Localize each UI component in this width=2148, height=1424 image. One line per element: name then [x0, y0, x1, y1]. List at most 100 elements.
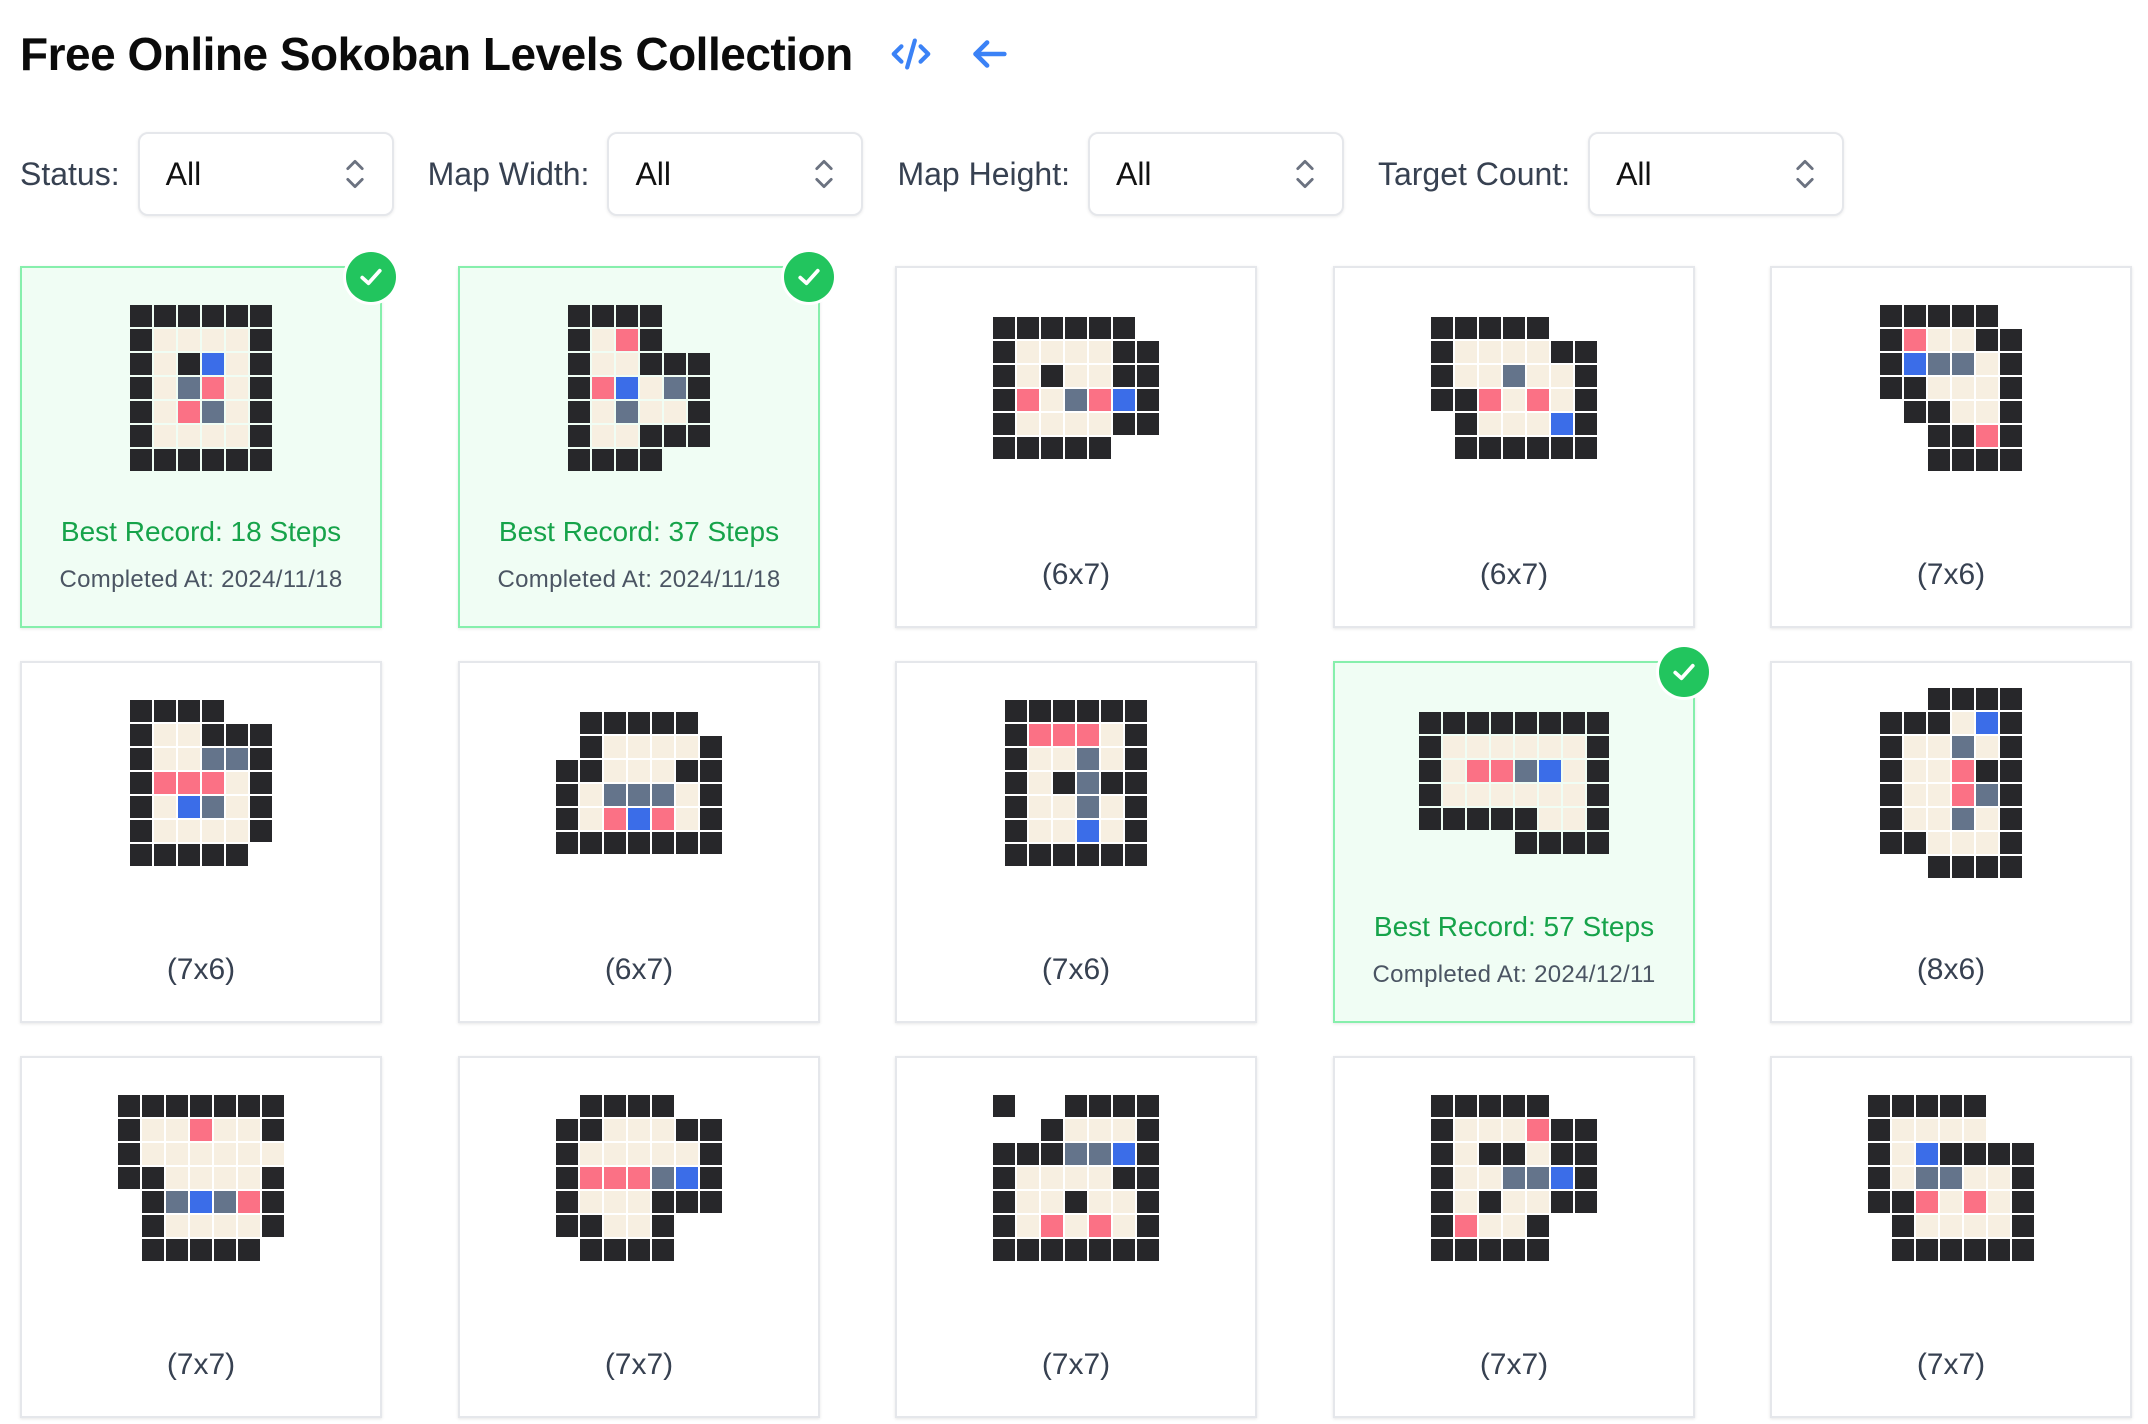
level-map [1431, 317, 1597, 459]
map-cell-wall [1587, 808, 1609, 830]
map-cell-floor [1029, 796, 1051, 818]
map-cell-floor [1988, 1191, 2010, 1213]
map-cell-wall [1029, 700, 1051, 722]
map-cell-floor [592, 401, 614, 423]
map-cell-floor [1940, 1119, 1962, 1141]
map-cell-box [1503, 365, 1525, 387]
map-height-select[interactable]: All [1087, 132, 1344, 216]
level-card[interactable]: (7x7) [20, 1056, 382, 1418]
best-record: Best Record: 18 Steps [60, 516, 342, 547]
map-cell-wall [676, 1119, 698, 1141]
map-cell-box [1065, 389, 1087, 411]
map-cell-wall [568, 305, 590, 327]
map-cell-wall [1952, 425, 1974, 447]
map-cell-empty [1017, 1095, 1039, 1117]
level-card[interactable]: Best Record: 18 Steps Completed At: 2024/… [20, 252, 396, 628]
map-cell-wall [700, 784, 722, 806]
map-cell-floor [154, 796, 176, 818]
map-cell-wall [1904, 377, 1926, 399]
map-cell-wall [580, 1119, 602, 1141]
map-cell-floor [592, 353, 614, 375]
level-preview [897, 687, 1255, 879]
map-cell-wall [604, 1239, 626, 1261]
map-cell-wall [2012, 1191, 2034, 1213]
map-cell-box [1976, 784, 1998, 806]
map-cell-floor [1527, 341, 1549, 363]
map-cell-wall [604, 832, 626, 854]
map-cell-wall [250, 353, 272, 375]
map-cell-player [616, 377, 638, 399]
map-cell-wall [2000, 856, 2022, 878]
level-card[interactable]: (7x6) [20, 661, 382, 1023]
map-cell-wall [1113, 365, 1135, 387]
map-cell-wall [568, 425, 590, 447]
level-card[interactable]: (7x7) [895, 1056, 1257, 1418]
map-cell-wall [700, 1119, 722, 1141]
map-cell-floor [1443, 760, 1465, 782]
level-card[interactable]: (7x6) [1770, 266, 2132, 628]
level-card[interactable]: Best Record: 37 Steps Completed At: 2024/… [458, 252, 834, 628]
level-card[interactable]: (7x7) [1333, 1056, 1695, 1418]
level-card[interactable]: (7x7) [1770, 1056, 2132, 1418]
map-cell-floor [1928, 329, 1950, 351]
map-cell-floor [592, 329, 614, 351]
map-cell-wall [1137, 1239, 1159, 1261]
chevron-up-down-icon [1794, 156, 1816, 192]
level-card[interactable]: (6x7) [1333, 266, 1695, 628]
level-card[interactable]: (7x6) [895, 661, 1257, 1023]
map-cell-floor [1017, 341, 1039, 363]
level-map [1880, 305, 2022, 471]
map-cell-wall [1041, 437, 1063, 459]
map-cell-empty [226, 700, 248, 722]
level-card[interactable]: (8x6) [1770, 661, 2132, 1023]
map-cell-floor [1029, 820, 1051, 842]
level-card[interactable]: (7x7) [458, 1056, 820, 1418]
map-cell-target [178, 772, 200, 794]
map-cell-empty [556, 736, 578, 758]
map-cell-wall [2000, 808, 2022, 830]
map-cell-box [616, 401, 638, 423]
status-select[interactable]: All [137, 132, 394, 216]
map-cell-empty [1904, 688, 1926, 710]
map-cell-wall [1017, 1143, 1039, 1165]
map-cell-floor [1964, 1119, 1986, 1141]
map-cell-floor [1539, 784, 1561, 806]
map-cell-box [1952, 353, 1974, 375]
level-card[interactable]: (6x7) [458, 661, 820, 1023]
map-width-select[interactable]: All [607, 132, 864, 216]
map-cell-wall [1575, 413, 1597, 435]
map-cell-box [1515, 760, 1537, 782]
map-cell-floor [1041, 1167, 1063, 1189]
map-cell-wall [628, 1095, 650, 1117]
map-cell-floor [1113, 1215, 1135, 1237]
map-height-filter-label: Map Height: [897, 155, 1070, 192]
map-cell-floor [1928, 760, 1950, 782]
map-cell-wall [1077, 844, 1099, 866]
map-cell-floor [142, 1119, 164, 1141]
level-card[interactable]: (6x7) [895, 266, 1257, 628]
map-cell-wall [2012, 1167, 2034, 1189]
map-cell-wall [202, 700, 224, 722]
map-cell-wall [1503, 317, 1525, 339]
map-cell-wall [993, 413, 1015, 435]
map-cell-wall [1928, 425, 1950, 447]
map-cell-wall [190, 1095, 212, 1117]
map-cell-empty [700, 1239, 722, 1261]
completed-date: Completed At: 2024/11/18 [59, 566, 343, 593]
map-cell-wall [130, 820, 152, 842]
map-cell-floor [214, 1215, 236, 1237]
target-count-select[interactable]: All [1588, 132, 1845, 216]
back-button[interactable] [961, 26, 1017, 82]
map-cell-floor [1904, 808, 1926, 830]
map-cell-wall [604, 1095, 626, 1117]
level-card[interactable]: Best Record: 57 Steps Completed At: 2024/… [1333, 647, 1709, 1023]
code-button[interactable] [883, 26, 939, 82]
map-cell-floor [1017, 365, 1039, 387]
map-cell-floor [190, 1215, 212, 1237]
map-cell-floor [652, 1143, 674, 1165]
map-cell-floor [1017, 413, 1039, 435]
map-cell-wall [700, 808, 722, 830]
map-cell-floor [1065, 341, 1087, 363]
map-cell-wall [1455, 1239, 1477, 1261]
map-cell-floor [226, 796, 248, 818]
